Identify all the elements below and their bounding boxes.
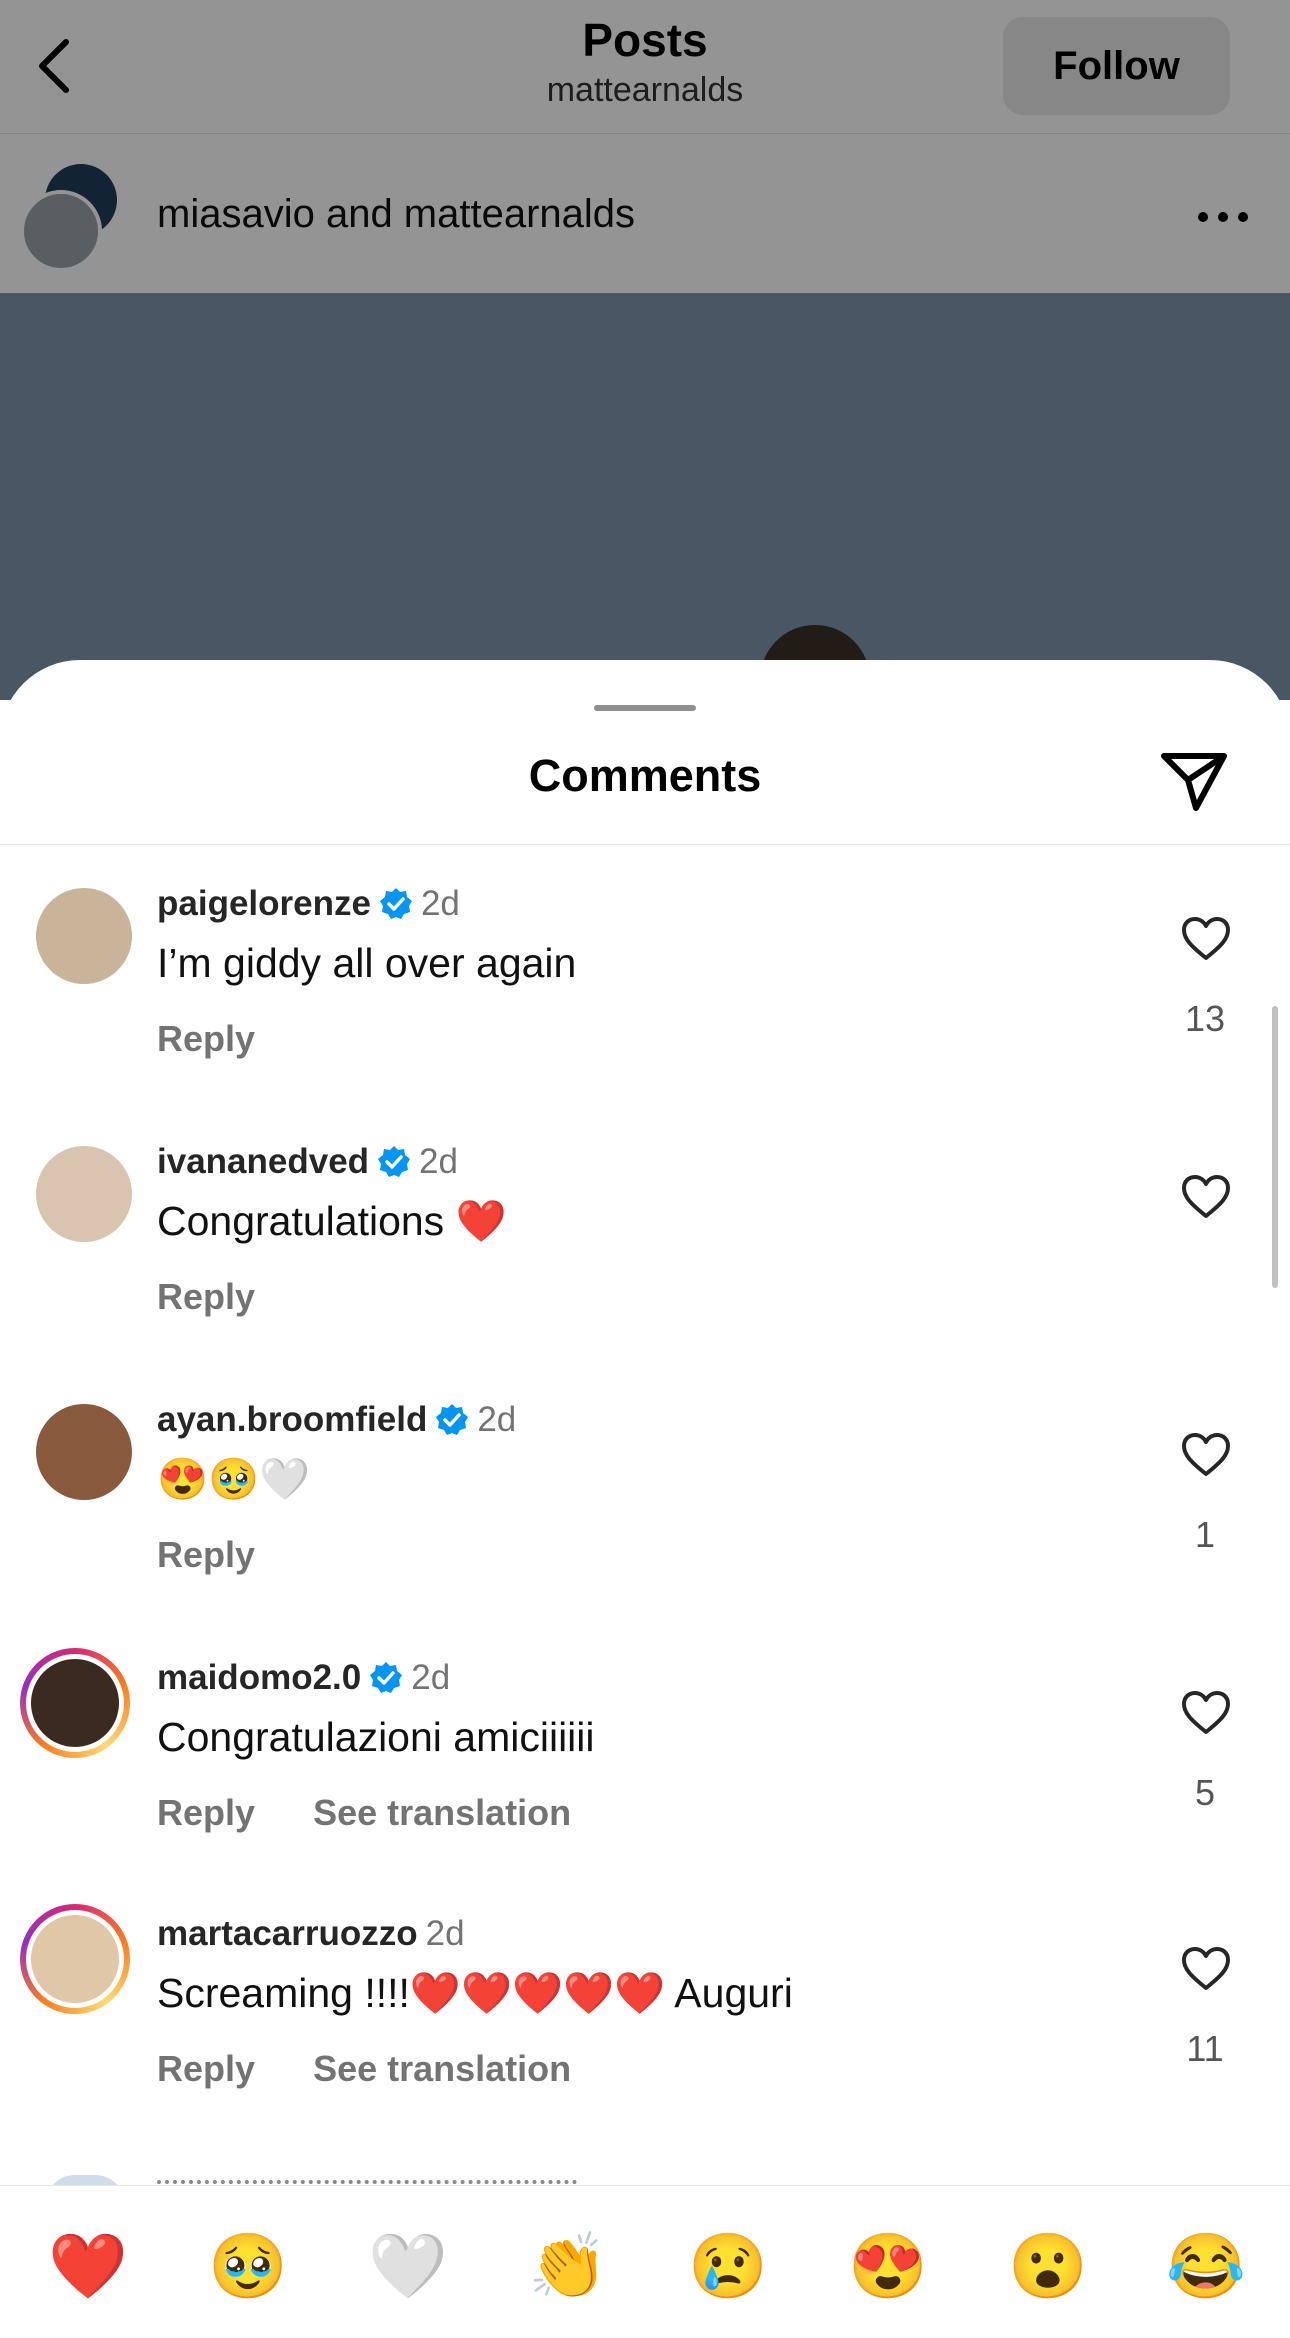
comment-item: paigelorenze 2d I’m giddy all over again… <box>0 884 1290 1146</box>
comment-text: Screaming !!!!❤️❤️❤️❤️❤️ Auguri <box>157 1970 793 2016</box>
avatar[interactable] <box>36 1146 132 1242</box>
reaction-crying-face-icon[interactable]: 😢 <box>688 2226 768 2306</box>
share-icon[interactable] <box>1158 748 1230 814</box>
like-heart-icon[interactable] <box>1181 1690 1231 1736</box>
divider <box>0 844 1290 845</box>
comment-timestamp: 2d <box>425 1914 465 1953</box>
scrollbar[interactable] <box>1272 1006 1278 1288</box>
sheet-title: Comments <box>528 750 762 801</box>
comment-username[interactable]: ivananedved <box>157 1142 369 1182</box>
reply-button[interactable]: Reply <box>157 1276 255 1317</box>
comment-username[interactable]: martacarruozzo <box>157 1914 418 1954</box>
reaction-tears-of-joy-face-icon[interactable]: 😂 <box>1166 2226 1246 2306</box>
comment-actions: Reply <box>157 1018 303 1060</box>
comment-text: Congratulazioni amiciiiiii <box>157 1714 595 1760</box>
like-heart-icon[interactable] <box>1181 1432 1231 1478</box>
comment-username-row: ayan.broomfield 2d <box>157 1400 516 1440</box>
comment-text: Congratulations ❤️ <box>157 1198 507 1244</box>
avatar[interactable] <box>20 1904 130 2014</box>
comment-item: ivananedved 2d Congratulations ❤️ Reply <box>0 1142 1290 1404</box>
comment-timestamp: 2d <box>420 884 460 923</box>
avatar <box>26 1654 124 1752</box>
comment-item: martacarruozzo 2d Screaming !!!!❤️❤️❤️❤️… <box>0 1904 1290 2176</box>
comment-username-row: martacarruozzo 2d <box>157 1914 465 1954</box>
comment-timestamp: 2d <box>411 1658 451 1697</box>
reaction-surprised-face-icon[interactable]: 😮 <box>1008 2226 1088 2306</box>
comment-username[interactable]: paigelorenze <box>157 884 371 924</box>
comment-actions: Reply <box>157 1276 303 1318</box>
reaction-clapping-hands-icon[interactable]: 👏 <box>528 2226 608 2306</box>
see-translation-button[interactable]: See translation <box>313 2048 571 2089</box>
verified-badge-icon <box>378 1146 411 1177</box>
verified-badge-icon <box>370 1662 403 1693</box>
like-count: 13 <box>1184 998 1226 1039</box>
reaction-red-heart-icon[interactable]: ❤️ <box>48 2226 128 2306</box>
comment-username-row: maidomo2.0 2d <box>157 1658 450 1698</box>
sheet-grabber[interactable] <box>594 705 696 711</box>
like-count: 5 <box>1194 1772 1216 1813</box>
comment-username-row: ivananedved 2d <box>157 1142 458 1182</box>
comment-actions: Reply See translation <box>157 1792 619 1834</box>
like-count: 11 <box>1186 2028 1224 2069</box>
reply-button[interactable]: Reply <box>157 1018 255 1059</box>
like-heart-icon[interactable] <box>1181 1174 1231 1220</box>
avatar <box>26 1910 124 2008</box>
comment-item: ayan.broomfield 2d 😍🥹🤍 Reply 1 <box>0 1400 1290 1662</box>
comment-username-row: paigelorenze 2d <box>157 884 460 924</box>
comment-text: 😍🥹🤍 <box>157 1456 311 1502</box>
comment-username[interactable]: maidomo2.0 <box>157 1658 361 1698</box>
avatar[interactable] <box>20 1648 130 1758</box>
reply-button[interactable]: Reply <box>157 2048 255 2089</box>
reply-button[interactable]: Reply <box>157 1792 255 1833</box>
reaction-white-heart-icon[interactable]: 🤍 <box>368 2226 448 2306</box>
avatar[interactable] <box>36 1404 132 1500</box>
see-translation-button[interactable]: See translation <box>313 1792 571 1833</box>
like-heart-icon[interactable] <box>1181 916 1231 962</box>
like-heart-icon[interactable] <box>1181 1946 1231 1992</box>
like-count: 1 <box>1194 1514 1216 1555</box>
comment-timestamp: 2d <box>419 1142 458 1181</box>
reply-button[interactable]: Reply <box>157 1534 255 1575</box>
reaction-pleading-face-icon[interactable]: 🥹 <box>208 2226 288 2306</box>
verified-badge-icon <box>436 1404 469 1435</box>
reaction-heart-eyes-face-icon[interactable]: 😍 <box>848 2226 928 2306</box>
comment-actions: Reply See translation <box>157 2048 619 2090</box>
comment-item: maidomo2.0 2d Congratulazioni amiciiiiii… <box>0 1648 1290 1920</box>
comment-timestamp: 2d <box>477 1400 517 1439</box>
verified-badge-icon <box>379 888 412 919</box>
comment-username[interactable]: ayan.broomfield <box>157 1400 427 1440</box>
comment-text: I’m giddy all over again <box>157 940 577 986</box>
dim-overlay[interactable] <box>0 0 1290 700</box>
quick-reactions-bar: ❤️ 🥹 🤍 👏 😢 😍 😮 😂 <box>0 2185 1290 2338</box>
avatar[interactable] <box>36 888 132 984</box>
comment-actions: Reply <box>157 1534 303 1576</box>
